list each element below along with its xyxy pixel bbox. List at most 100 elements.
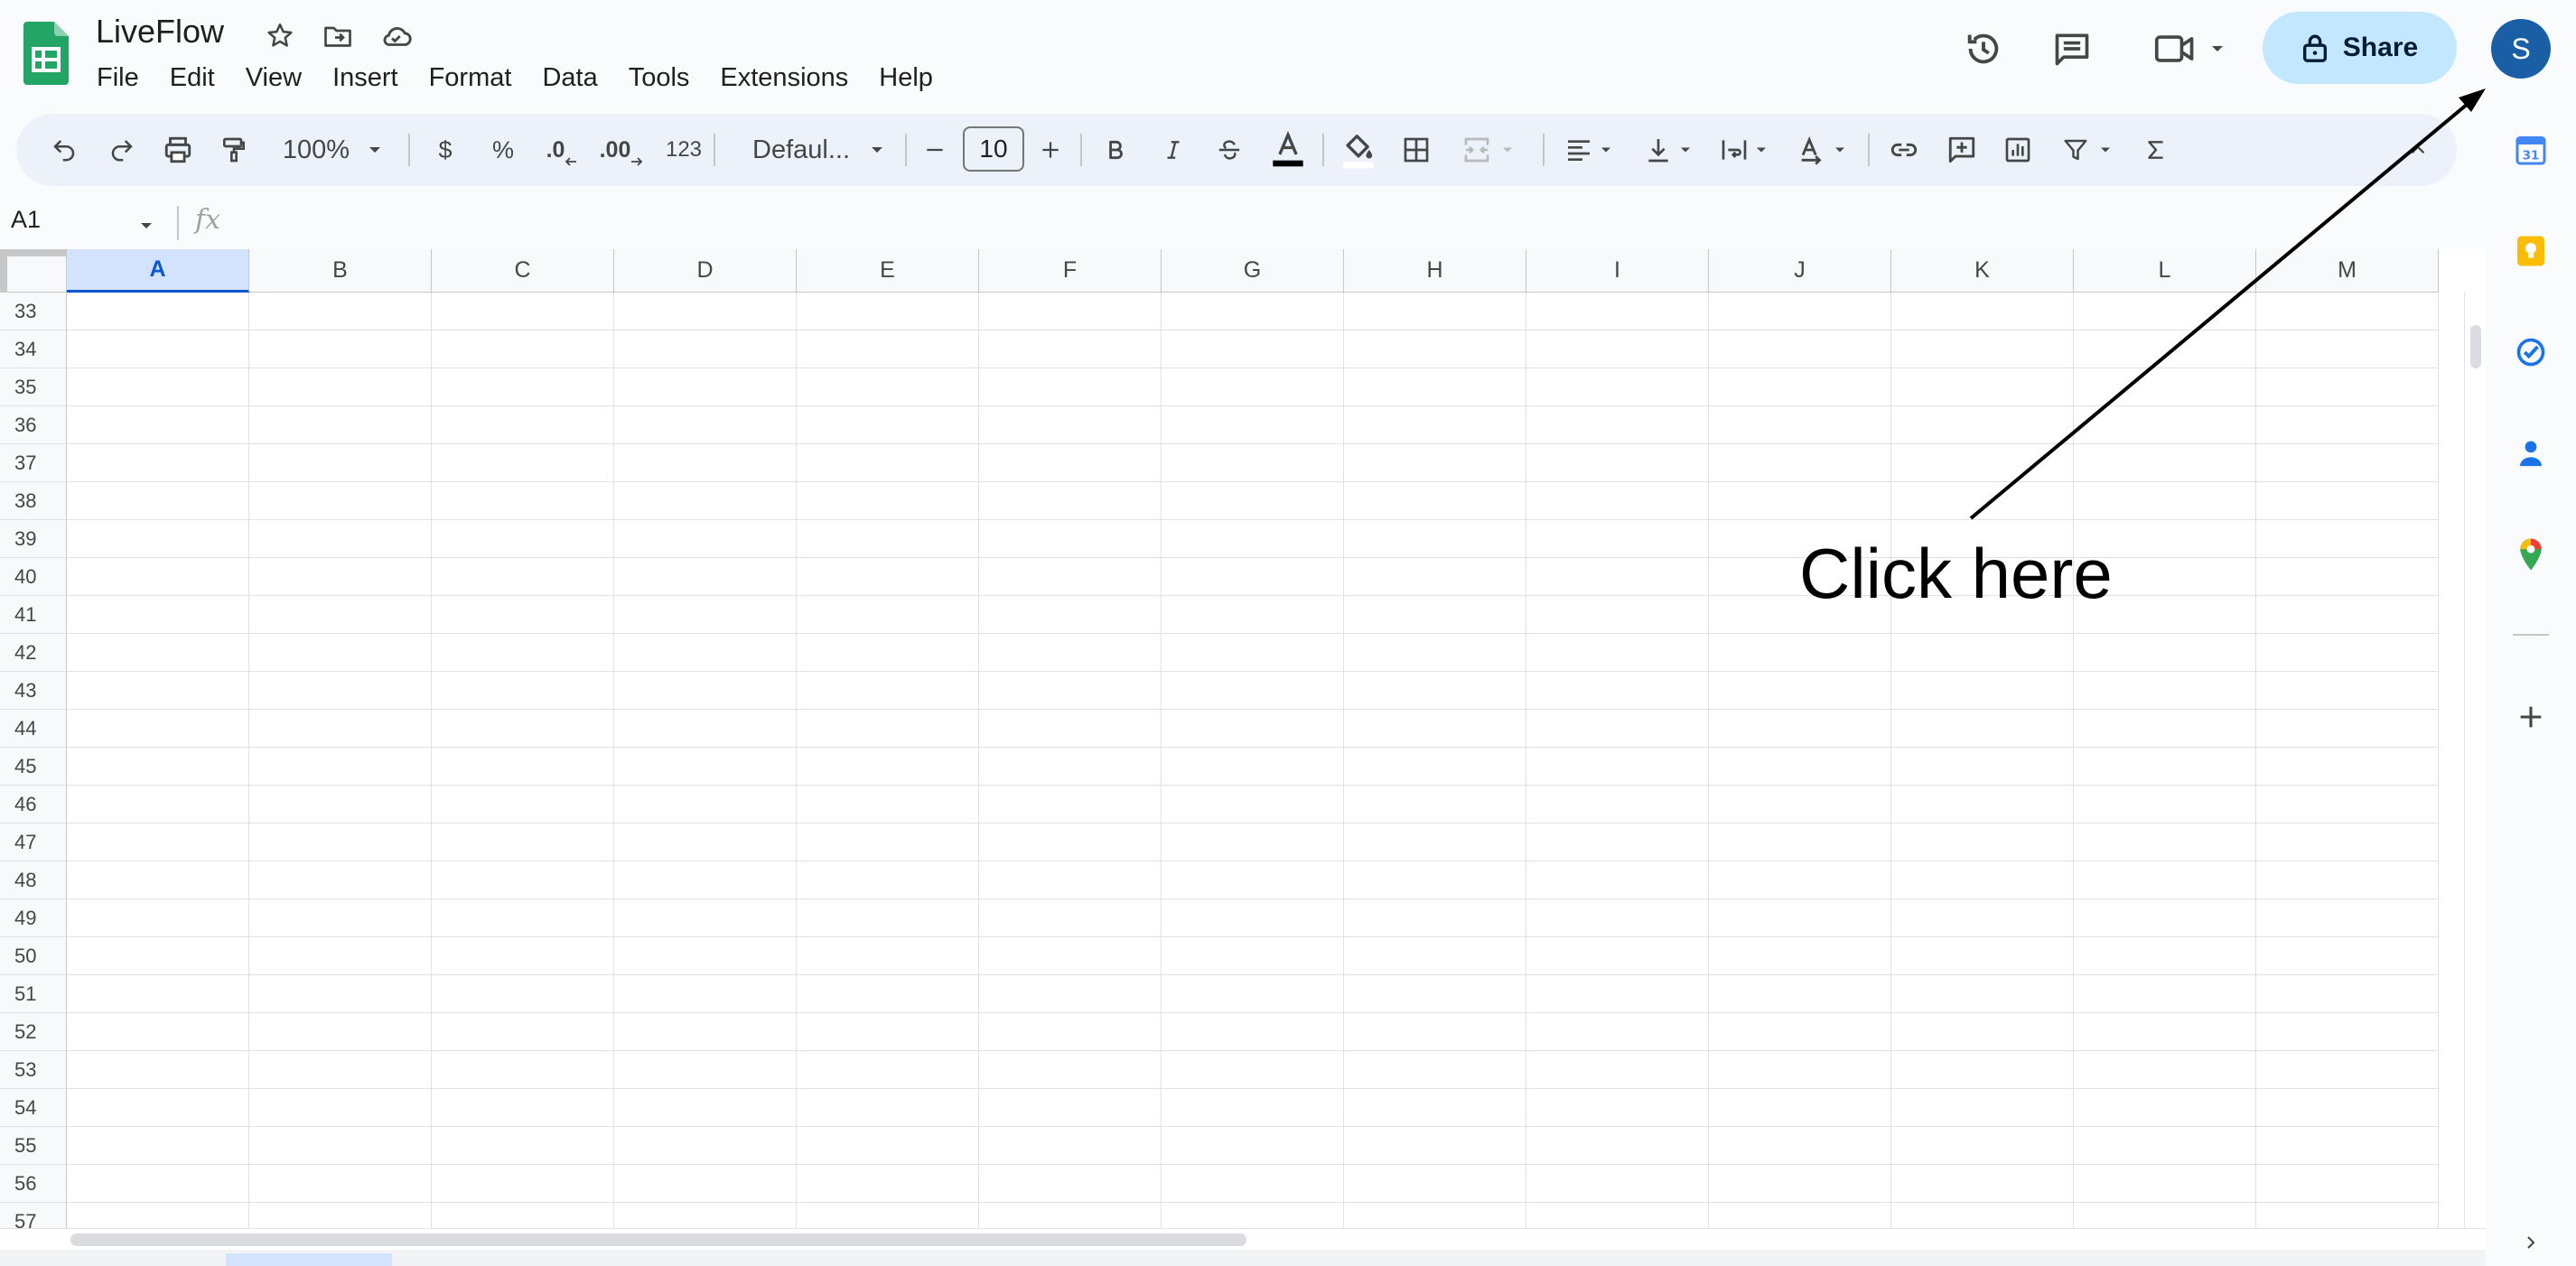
row-header[interactable]: 54 [0, 1089, 67, 1127]
account-avatar[interactable]: S [2491, 19, 2551, 79]
row-header[interactable]: 35 [0, 368, 67, 406]
menu-insert[interactable]: Insert [317, 60, 414, 96]
row-header[interactable]: 45 [0, 748, 67, 786]
row-header[interactable]: 55 [0, 1127, 67, 1165]
row-header[interactable]: 43 [0, 672, 67, 710]
version-history-icon[interactable] [1958, 22, 2009, 76]
keep-icon[interactable] [2513, 233, 2549, 269]
text-color-icon[interactable] [1265, 114, 1311, 186]
name-box[interactable]: A1 [11, 206, 41, 234]
add-addon-icon[interactable] [2513, 699, 2549, 735]
row-header[interactable]: 40 [0, 558, 67, 596]
column-header-a[interactable]: A [67, 249, 249, 293]
column-header-d[interactable]: D [614, 249, 797, 293]
freeze-row-handle[interactable] [0, 249, 67, 256]
decrease-font-size-icon[interactable] [914, 114, 956, 186]
row-header[interactable]: 49 [0, 899, 67, 937]
format-percent-button[interactable]: % [479, 114, 527, 186]
row-header[interactable]: 39 [0, 520, 67, 558]
column-header-g[interactable]: G [1162, 249, 1344, 293]
expand-panel-icon[interactable] [2513, 1224, 2549, 1261]
row-header[interactable]: 38 [0, 482, 67, 520]
row-header[interactable]: 57 [0, 1203, 67, 1230]
tasks-icon[interactable] [2513, 334, 2549, 370]
more-formats-button[interactable]: 123 [654, 114, 714, 186]
column-header-m[interactable]: M [2256, 249, 2439, 293]
menu-help[interactable]: Help [863, 60, 948, 96]
vertical-scrollbar[interactable] [2464, 293, 2486, 1230]
row-header[interactable]: 44 [0, 710, 67, 748]
horizontal-scroll-thumb[interactable] [70, 1233, 1246, 1246]
row-header[interactable]: 48 [0, 861, 67, 899]
cloud-saved-icon[interactable] [378, 18, 414, 54]
insert-comment-icon[interactable] [1938, 114, 1985, 186]
redo-icon[interactable] [99, 114, 145, 186]
row-header[interactable]: 34 [0, 330, 67, 368]
strikethrough-icon[interactable] [1207, 114, 1252, 186]
menu-file[interactable]: File [81, 60, 154, 96]
row-header[interactable]: 41 [0, 596, 67, 634]
format-currency-button[interactable]: $ [423, 114, 468, 186]
column-header-l[interactable]: L [2074, 249, 2256, 293]
undo-icon[interactable] [42, 114, 87, 186]
comments-icon[interactable] [2047, 22, 2097, 76]
column-header-b[interactable]: B [249, 249, 432, 293]
column-header-h[interactable]: H [1344, 249, 1526, 293]
italic-icon[interactable] [1151, 114, 1196, 186]
sheet-tab[interactable] [226, 1253, 392, 1266]
row-header[interactable]: 37 [0, 444, 67, 482]
zoom-select[interactable]: 100% [271, 114, 397, 186]
star-icon[interactable] [262, 18, 298, 54]
print-icon[interactable] [155, 114, 201, 186]
paint-format-icon[interactable] [211, 114, 257, 186]
font-family-select[interactable]: Defaul... [730, 114, 910, 186]
merge-cells-icon[interactable] [1451, 114, 1526, 186]
calendar-icon[interactable]: 31 [2513, 132, 2549, 168]
menu-data[interactable]: Data [527, 60, 612, 96]
collapse-menus-icon[interactable] [2395, 114, 2441, 186]
move-to-folder-icon[interactable] [320, 18, 356, 54]
horizontal-align-icon[interactable] [1555, 114, 1624, 186]
vertical-align-icon[interactable] [1635, 114, 1703, 186]
text-wrapping-icon[interactable] [1709, 114, 1781, 186]
row-header[interactable]: 47 [0, 824, 67, 861]
select-all-corner[interactable] [0, 249, 67, 293]
freeze-column-handle[interactable] [0, 249, 7, 293]
borders-icon[interactable] [1393, 114, 1440, 186]
meet-button[interactable] [2146, 22, 2236, 76]
contacts-icon[interactable] [2513, 435, 2549, 471]
create-filter-icon[interactable] [2054, 114, 2123, 186]
cell-area[interactable] [67, 293, 2439, 1230]
insert-chart-icon[interactable] [1994, 114, 2041, 186]
bold-icon[interactable] [1093, 114, 1138, 186]
row-header[interactable]: 52 [0, 1013, 67, 1051]
insert-link-icon[interactable] [1881, 114, 1927, 186]
row-header[interactable]: 50 [0, 937, 67, 975]
decrease-decimal-button[interactable]: .0 [537, 114, 587, 186]
column-header-f[interactable]: F [979, 249, 1162, 293]
column-header-j[interactable]: J [1709, 249, 1891, 293]
menu-view[interactable]: View [230, 60, 317, 96]
menu-extensions[interactable]: Extensions [705, 60, 863, 96]
share-button[interactable]: Share [2263, 12, 2457, 84]
column-header-i[interactable]: I [1526, 249, 1709, 293]
spreadsheet-grid[interactable]: A B C D E F G H I J K L M 33 34 35 36 37… [0, 249, 2486, 1230]
menu-tools[interactable]: Tools [613, 60, 705, 96]
sheets-logo-icon[interactable] [23, 22, 69, 85]
maps-icon[interactable] [2513, 536, 2549, 572]
row-header[interactable]: 51 [0, 975, 67, 1013]
column-header-k[interactable]: K [1891, 249, 2074, 293]
row-header[interactable]: 33 [0, 293, 67, 330]
row-header[interactable]: 53 [0, 1051, 67, 1089]
row-header[interactable]: 36 [0, 406, 67, 444]
row-header[interactable]: 42 [0, 634, 67, 672]
vertical-scroll-thumb[interactable] [2470, 325, 2481, 368]
menu-edit[interactable]: Edit [154, 60, 230, 96]
increase-font-size-icon[interactable] [1030, 114, 1071, 186]
row-header[interactable]: 46 [0, 786, 67, 824]
chevron-down-icon[interactable] [135, 215, 157, 237]
increase-decimal-button[interactable]: .00 [594, 114, 649, 186]
column-header-c[interactable]: C [432, 249, 614, 293]
font-size-input[interactable]: 10 [963, 126, 1024, 172]
functions-icon[interactable] [2133, 114, 2179, 186]
